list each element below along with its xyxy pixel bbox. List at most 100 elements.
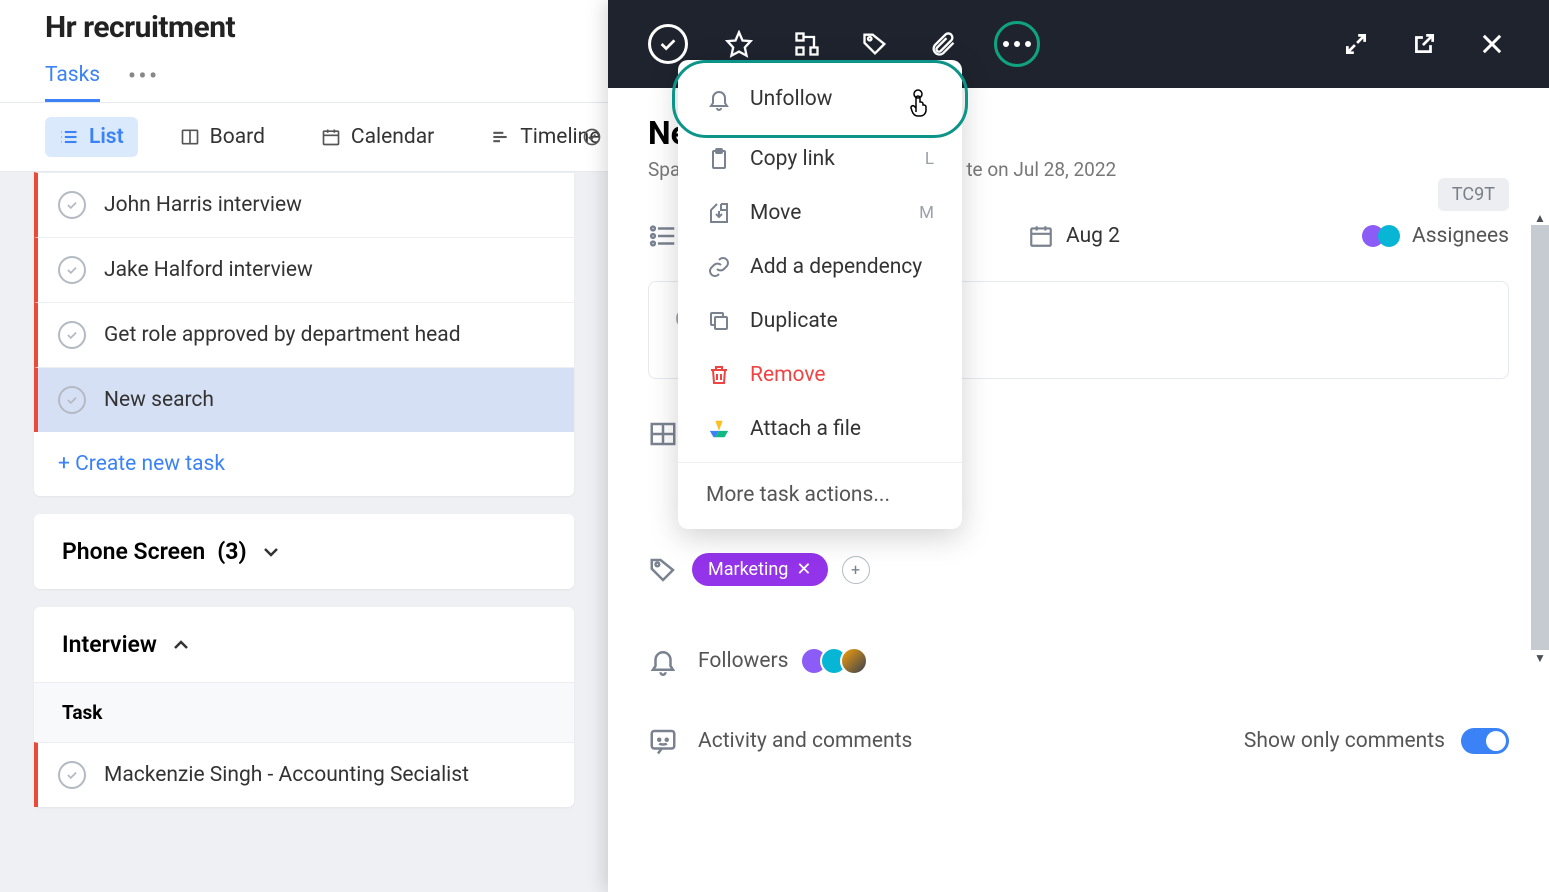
menu-label: Move: [750, 201, 801, 225]
tab-more-icon[interactable]: •••: [128, 65, 160, 101]
task-title: Mackenzie Singh - Accounting Secialist: [104, 763, 469, 787]
section-name: Phone Screen: [62, 538, 205, 565]
menu-label: Unfollow: [750, 87, 832, 111]
expand-icon[interactable]: [1339, 27, 1373, 61]
view-list-button[interactable]: List: [45, 117, 138, 157]
add-tag-button[interactable]: +: [842, 556, 870, 584]
activity-row: Activity and comments Show only comments: [648, 726, 1509, 756]
drive-icon: [706, 416, 732, 442]
duplicate-icon: [706, 308, 732, 334]
task-row[interactable]: Jake Halford interview: [34, 237, 574, 302]
subtask-icon[interactable]: [790, 27, 824, 61]
task-row[interactable]: New search: [34, 367, 574, 432]
section-card: Interview Task Mackenzie Singh - Account…: [34, 607, 574, 807]
section-count: (3): [217, 538, 246, 565]
complete-circle-icon[interactable]: [58, 191, 86, 219]
more-icon: [1003, 41, 1031, 47]
menu-label: Copy link: [750, 147, 835, 171]
assignees-label: Assignees: [1412, 224, 1509, 248]
tag-label: Marketing: [708, 559, 788, 580]
tag-icon[interactable]: [858, 27, 892, 61]
board-icon: [180, 127, 200, 147]
mark-complete-button[interactable]: [648, 24, 688, 64]
scroll-down-arrow[interactable]: ▼: [1531, 650, 1549, 666]
followers-label: Followers: [698, 649, 788, 673]
assignees-avatars-icon: [1368, 225, 1400, 247]
more-actions-button[interactable]: [994, 21, 1040, 67]
complete-circle-icon[interactable]: [58, 761, 86, 789]
followers-avatars[interactable]: [808, 647, 868, 675]
complete-circle-icon[interactable]: [58, 256, 86, 284]
tag-icon: [648, 555, 678, 585]
chevron-down-icon: [259, 540, 283, 564]
section-card: Phone Screen (3): [34, 514, 574, 589]
section-name: Interview: [62, 631, 157, 658]
status-list-icon[interactable]: [648, 221, 678, 251]
view-calendar-label: Calendar: [351, 125, 434, 149]
task-row[interactable]: Mackenzie Singh - Accounting Secialist: [34, 742, 574, 807]
tag-marketing[interactable]: Marketing ✕: [692, 553, 828, 586]
activity-label: Activity and comments: [698, 729, 912, 753]
menu-item-move[interactable]: Move M: [678, 186, 962, 240]
menu-item-remove[interactable]: Remove: [678, 348, 962, 402]
task-id-badge[interactable]: TC9T: [1438, 178, 1509, 211]
scroll-up-arrow[interactable]: ▲: [1531, 210, 1549, 226]
remove-tag-icon[interactable]: ✕: [796, 559, 811, 580]
menu-item-unfollow[interactable]: Unfollow: [678, 68, 962, 132]
table-icon[interactable]: [648, 419, 678, 449]
open-new-window-icon[interactable]: [1407, 27, 1441, 61]
star-icon[interactable]: [722, 27, 756, 61]
view-list-label: List: [89, 125, 124, 149]
trash-icon: [706, 362, 732, 388]
close-icon[interactable]: [1475, 27, 1509, 61]
chevron-up-icon: [169, 633, 193, 657]
task-title: John Harris interview: [104, 193, 302, 217]
complete-circle-icon[interactable]: [58, 321, 86, 349]
timeline-icon: [490, 127, 510, 147]
section-header-interview[interactable]: Interview: [34, 607, 574, 682]
menu-shortcut: M: [919, 203, 934, 223]
tags-row: Marketing ✕ +: [648, 553, 1509, 586]
view-board-label: Board: [210, 125, 265, 149]
due-date[interactable]: Aug 2: [1028, 223, 1120, 249]
view-switcher: List Board Calendar Timeline: [0, 103, 608, 172]
menu-separator: [678, 462, 962, 463]
create-task-button[interactable]: + Create new task: [34, 432, 574, 496]
show-only-comments-label: Show only comments: [1244, 729, 1445, 753]
project-header: Hr recruitment Tasks •••: [0, 0, 608, 103]
show-only-comments-toggle[interactable]: [1461, 728, 1509, 754]
calendar-icon: [1028, 223, 1054, 249]
menu-item-copy-link[interactable]: Copy link L: [678, 132, 962, 186]
check-filter-icon[interactable]: [582, 127, 602, 147]
clipboard-icon: [706, 146, 732, 172]
section-header-phone-screen[interactable]: Phone Screen (3): [34, 514, 574, 589]
menu-item-more-actions[interactable]: More task actions...: [678, 469, 962, 521]
assignees-button[interactable]: Assignees: [1368, 224, 1509, 248]
column-header-task: Task: [34, 682, 574, 742]
link-icon: [706, 254, 732, 280]
menu-item-add-dependency[interactable]: Add a dependency: [678, 240, 962, 294]
task-title: Get role approved by department head: [104, 323, 461, 347]
section-card: John Harris interview Jake Halford inter…: [34, 172, 574, 496]
menu-item-attach-file[interactable]: Attach a file: [678, 402, 962, 456]
attach-icon[interactable]: [926, 27, 960, 61]
more-actions-menu: Unfollow Copy link L Move M Add a depend…: [678, 60, 962, 529]
tab-tasks[interactable]: Tasks: [45, 63, 100, 102]
project-title: Hr recruitment: [45, 10, 563, 45]
menu-item-duplicate[interactable]: Duplicate: [678, 294, 962, 348]
complete-circle-icon[interactable]: [58, 386, 86, 414]
view-calendar-button[interactable]: Calendar: [307, 117, 448, 157]
task-row[interactable]: Get role approved by department head: [34, 302, 574, 367]
list-icon: [59, 127, 79, 147]
task-title: New search: [104, 388, 214, 412]
followers-row: Followers: [648, 646, 1509, 676]
scrollbar[interactable]: [1531, 225, 1549, 650]
comment-icon: [648, 726, 678, 756]
menu-label: Remove: [750, 363, 826, 387]
calendar-icon: [321, 127, 341, 147]
due-date-value: Aug 2: [1066, 224, 1120, 248]
menu-label: Add a dependency: [750, 255, 922, 279]
view-board-button[interactable]: Board: [166, 117, 279, 157]
task-row[interactable]: John Harris interview: [34, 172, 574, 237]
task-list-pane: Hr recruitment Tasks ••• List Board Cale…: [0, 0, 608, 892]
